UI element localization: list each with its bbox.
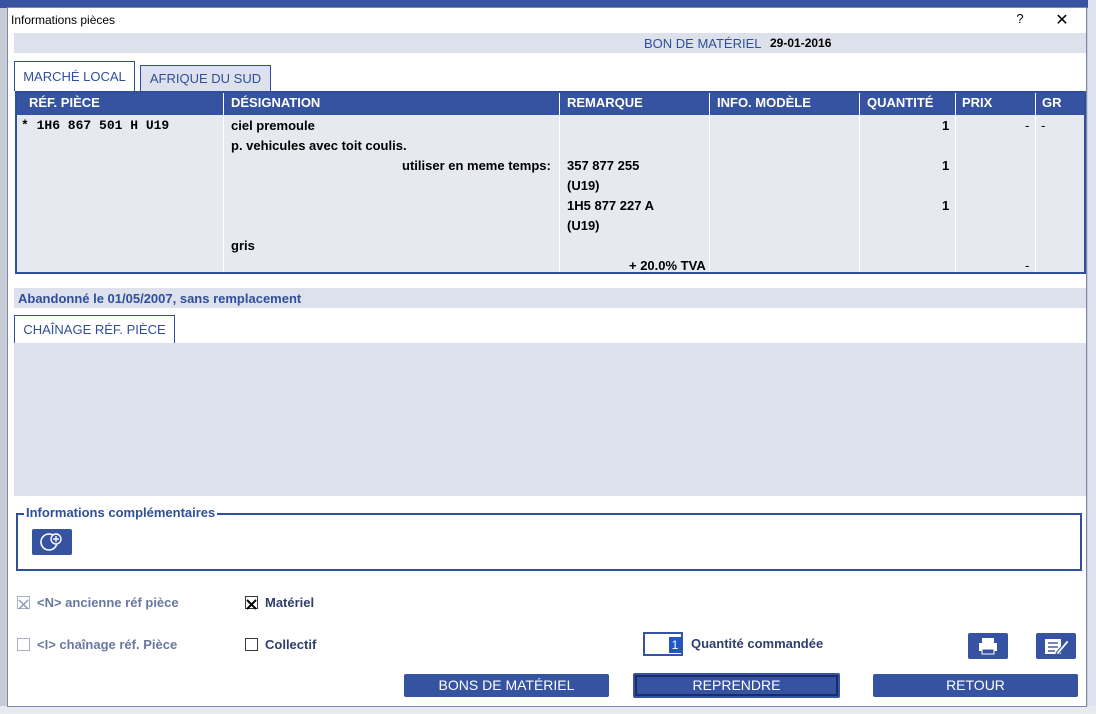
window-title: Informations pièces bbox=[11, 13, 116, 27]
edit-button[interactable] bbox=[1036, 633, 1076, 659]
col-gr[interactable]: GR bbox=[1042, 95, 1062, 110]
cell-designation: utiliser en meme temps: bbox=[402, 158, 551, 173]
dialog-window: Informations pièces ? ✕ BON DE MATÉRIEL … bbox=[7, 7, 1087, 707]
col-designation[interactable]: DÉSIGNATION bbox=[231, 95, 320, 110]
printer-icon bbox=[979, 638, 997, 655]
checkmark-icon bbox=[18, 599, 29, 610]
background-app-edge bbox=[1088, 0, 1096, 714]
cell-designation: p. vehicules avec toit coulis. bbox=[231, 138, 407, 153]
close-button[interactable]: ✕ bbox=[1052, 10, 1072, 29]
table-row[interactable]: * 1H6 867 501 H U19 ciel premoule p. veh… bbox=[17, 115, 1084, 273]
cell-tva: + 20.0% TVA bbox=[629, 258, 706, 273]
materiel-label: Matériel bbox=[265, 595, 315, 610]
cell-remarque: 357 877 255 bbox=[567, 158, 640, 173]
tab-chainage[interactable]: CHAÎNAGE RÉF. PIÈCE bbox=[14, 315, 175, 343]
info-label: Informations complémentaires bbox=[24, 505, 218, 520]
help-button[interactable]: ? bbox=[1010, 11, 1030, 29]
cell-prix: - bbox=[1025, 118, 1030, 133]
quantity-input[interactable]: 1 bbox=[643, 632, 683, 656]
cell-remarque: (U19) bbox=[567, 178, 600, 193]
chainage-ref-label: <I> chaînage réf. Pièce bbox=[37, 637, 178, 652]
cell-gr: - bbox=[1041, 118, 1046, 133]
abandon-status: Abandonné le 01/05/2007, sans remplaceme… bbox=[18, 291, 302, 306]
ancienne-ref-checkbox[interactable] bbox=[17, 596, 30, 610]
col-quantite[interactable]: QUANTITÉ bbox=[867, 95, 933, 110]
ancienne-ref-label: <N> ancienne réf pièce bbox=[37, 595, 179, 610]
edit-note-icon bbox=[1045, 639, 1070, 656]
col-ref-piece[interactable]: RÉF. PIÈCE bbox=[29, 95, 100, 110]
print-button[interactable] bbox=[968, 633, 1008, 659]
title-bar: Informations pièces ? ✕ bbox=[8, 8, 1086, 32]
bons-materiel-button[interactable]: BONS DE MATÉRIEL bbox=[404, 674, 609, 697]
col-remarque[interactable]: REMARQUE bbox=[567, 95, 643, 110]
add-circle-icon bbox=[40, 533, 62, 551]
collectif-label: Collectif bbox=[265, 637, 317, 652]
materiel-checkbox[interactable] bbox=[245, 596, 258, 610]
background-app-bottom bbox=[0, 706, 1096, 714]
col-info-modele[interactable]: INFO. MODÈLE bbox=[717, 95, 811, 110]
quantity-label: Quantité commandée bbox=[691, 636, 824, 651]
bon-header: BON DE MATÉRIEL 29-01-2016 bbox=[14, 33, 1086, 53]
cell-prix: - bbox=[1025, 258, 1030, 273]
cell-designation: gris bbox=[231, 238, 255, 253]
cell-quantite: 1 bbox=[942, 118, 950, 133]
bon-label: BON DE MATÉRIEL bbox=[644, 36, 762, 51]
retour-button[interactable]: RETOUR bbox=[873, 674, 1078, 697]
parts-table: RÉF. PIÈCE DÉSIGNATION REMARQUE INFO. MO… bbox=[15, 91, 1086, 274]
bon-date: 29-01-2016 bbox=[770, 36, 832, 50]
cell-quantite: 1 bbox=[942, 158, 950, 173]
collectif-checkbox[interactable] bbox=[245, 638, 258, 651]
cell-designation: ciel premoule bbox=[231, 118, 315, 133]
reprendre-button[interactable]: REPRENDRE bbox=[633, 673, 840, 698]
cell-ref-piece: * 1H6 867 501 H U19 bbox=[21, 118, 170, 133]
checkmark-icon bbox=[246, 599, 257, 610]
table-header: RÉF. PIÈCE DÉSIGNATION REMARQUE INFO. MO… bbox=[17, 93, 1084, 113]
status-bar: Abandonné le 01/05/2007, sans remplaceme… bbox=[14, 288, 1086, 308]
quantity-value: 1 bbox=[669, 637, 681, 653]
cell-remarque: (U19) bbox=[567, 218, 600, 233]
chainage-ref-checkbox[interactable] bbox=[17, 638, 30, 651]
add-info-button[interactable] bbox=[32, 529, 72, 555]
cell-remarque: 1H5 877 227 A bbox=[567, 198, 654, 213]
tab-marche-local[interactable]: MARCHÉ LOCAL bbox=[14, 61, 135, 91]
chainage-panel bbox=[14, 343, 1086, 496]
col-prix[interactable]: PRIX bbox=[962, 95, 992, 110]
tab-afrique-du-sud[interactable]: AFRIQUE DU SUD bbox=[140, 65, 271, 91]
info-complementaires-group: Informations complémentaires bbox=[16, 505, 1082, 571]
cell-quantite: 1 bbox=[942, 198, 950, 213]
